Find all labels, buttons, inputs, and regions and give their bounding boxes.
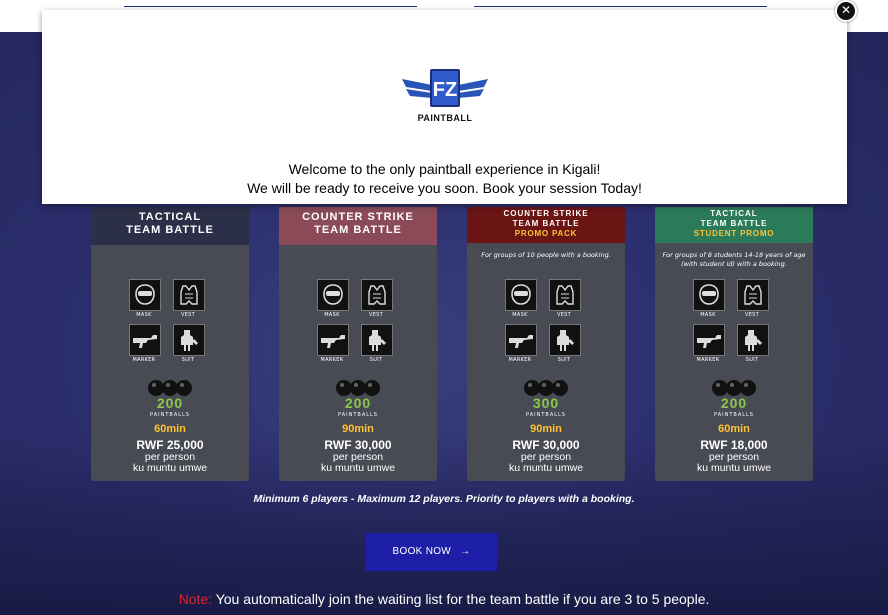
per-person-kinyarwanda: ku muntu umwe xyxy=(508,462,584,474)
paintball-count: 200 xyxy=(720,395,748,411)
paintballs-label: PAINTBALLS xyxy=(714,412,754,418)
card-title-line-1: COUNTER STRIKE xyxy=(503,209,589,218)
nav-underline-right xyxy=(474,6,767,7)
vest-icon xyxy=(737,279,769,311)
per-person-kinyarwanda: ku muntu umwe xyxy=(132,462,208,474)
welcome-line-2: We will be ready to receive you soon. Bo… xyxy=(247,180,642,196)
card-header: COUNTER STRIKE TEAM BATTLE xyxy=(279,207,437,245)
paintballs-label: PAINTBALLS xyxy=(338,412,378,418)
card-group-note: For groups of 8 students 14-18 years of … xyxy=(662,251,806,268)
svg-text:FZ: FZ xyxy=(433,79,457,101)
paintball-count: 300 xyxy=(532,395,560,411)
mask-icon xyxy=(317,279,349,311)
marker-icon xyxy=(129,324,161,356)
mask-label: MASK xyxy=(136,312,152,318)
welcome-line-1: Welcome to the only paintball experience… xyxy=(288,161,601,177)
vest-icon xyxy=(173,279,205,311)
paintballs-label: PAINTBALLS xyxy=(150,412,190,418)
session-duration: 60min xyxy=(718,423,750,435)
card-promo-label: STUDENT PROMO xyxy=(693,229,775,238)
price: RWF 18,000 xyxy=(700,438,768,452)
welcome-message: Welcome to the only paintball experience… xyxy=(42,160,847,198)
price-card: COUNTER STRIKE TEAM BATTLE MASK VEST MARKER S… xyxy=(279,207,437,481)
card-header: TACTICAL TEAM BATTLE STUDENT PROMO xyxy=(655,207,813,243)
card-title-line-2: TEAM BATTLE xyxy=(512,219,580,228)
suit-label: SUIT xyxy=(181,357,195,363)
mask-label: MASK xyxy=(324,312,340,318)
arrow-right-icon: → xyxy=(460,546,471,557)
card-title-line-2: TEAM BATTLE xyxy=(126,224,214,236)
suit-icon xyxy=(737,324,769,356)
session-duration: 90min xyxy=(342,423,374,435)
paintball-count: 200 xyxy=(156,395,184,411)
price: RWF 30,000 xyxy=(324,438,392,452)
card-title-line-2: TEAM BATTLE xyxy=(314,224,402,236)
suit-icon xyxy=(361,324,393,356)
mask-icon xyxy=(505,279,537,311)
vest-icon xyxy=(549,279,581,311)
marker-icon xyxy=(693,324,725,356)
vest-icon xyxy=(361,279,393,311)
price-card: TACTICAL TEAM BATTLE STUDENT PROMO For grou… xyxy=(655,207,813,481)
marker-label: MARKER xyxy=(132,357,156,363)
suit-icon xyxy=(173,324,205,356)
close-icon[interactable]: ✕ xyxy=(835,0,857,22)
mask-icon xyxy=(693,279,725,311)
mask-label: MASK xyxy=(512,312,528,318)
marker-icon xyxy=(505,324,537,356)
book-now-button[interactable]: BOOK NOW → xyxy=(366,533,497,571)
marker-label: MARKER xyxy=(696,357,720,363)
suit-label: SUIT xyxy=(745,357,759,363)
suit-icon xyxy=(549,324,581,356)
vest-label: VEST xyxy=(744,312,759,318)
card-promo-label: PROMO PACK xyxy=(514,229,578,238)
vest-label: VEST xyxy=(180,312,195,318)
welcome-modal: FZ PAINTBALL Welcome to the only paintba… xyxy=(42,10,847,204)
note-label: Note: xyxy=(178,591,213,607)
brand-name: PAINTBALL xyxy=(417,113,473,123)
price-card: TACTICAL TEAM BATTLE MASK VEST MARKER SUIT 200… xyxy=(91,207,249,481)
vest-label: VEST xyxy=(556,312,571,318)
mask-icon xyxy=(129,279,161,311)
suit-label: SUIT xyxy=(369,357,383,363)
per-person-kinyarwanda: ku muntu umwe xyxy=(696,462,772,474)
card-header: COUNTER STRIKE TEAM BATTLE PROMO PACK xyxy=(467,207,625,243)
fz-paintball-logo: FZ PAINTBALL xyxy=(400,65,490,127)
card-title-line-1: TACTICAL xyxy=(710,209,758,218)
paintball-count: 200 xyxy=(344,395,372,411)
price-card: COUNTER STRIKE TEAM BATTLE PROMO PACK For g… xyxy=(467,207,625,481)
card-title-line-2: TEAM BATTLE xyxy=(700,219,768,228)
players-note: Minimum 6 players - Maximum 12 players. … xyxy=(253,493,635,505)
waiting-list-note: Note: You automatically join the waiting… xyxy=(0,591,888,607)
book-now-label: BOOK NOW xyxy=(392,546,452,557)
per-person-kinyarwanda: ku muntu umwe xyxy=(320,462,396,474)
card-header: TACTICAL TEAM BATTLE xyxy=(91,207,249,245)
card-title-line-1: COUNTER STRIKE xyxy=(302,211,414,223)
nav-underline-left xyxy=(124,6,417,7)
marker-label: MARKER xyxy=(320,357,344,363)
marker-label: MARKER xyxy=(508,357,532,363)
card-group-note: For groups of 10 people with a booking. xyxy=(481,251,611,259)
note-text: You automatically join the waiting list … xyxy=(212,591,710,607)
price: RWF 30,000 xyxy=(512,438,580,452)
suit-label: SUIT xyxy=(557,357,571,363)
card-title-line-1: TACTICAL xyxy=(138,211,202,223)
marker-icon xyxy=(317,324,349,356)
paintballs-label: PAINTBALLS xyxy=(526,412,566,418)
vest-label: VEST xyxy=(368,312,383,318)
session-duration: 90min xyxy=(530,423,562,435)
mask-label: MASK xyxy=(700,312,716,318)
price: RWF 25,000 xyxy=(136,438,204,452)
session-duration: 60min xyxy=(154,423,186,435)
